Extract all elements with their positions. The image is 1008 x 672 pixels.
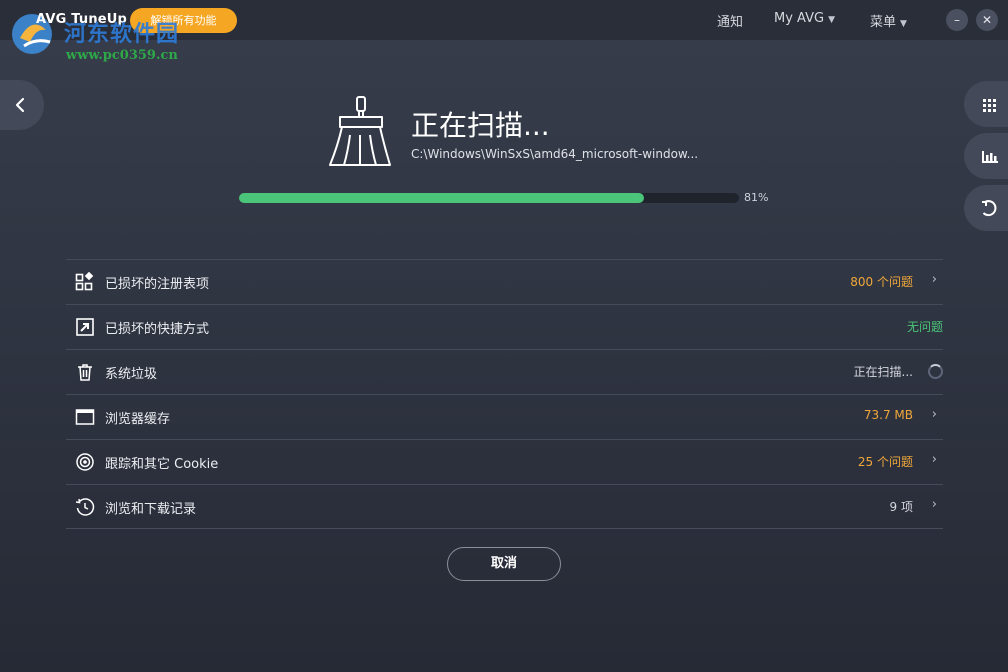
scan-title: 正在扫描... xyxy=(411,109,550,142)
result-label: 浏览器缓存 xyxy=(105,412,171,427)
result-label: 浏览和下载记录 xyxy=(105,502,197,517)
chevron-down-icon: ▼ xyxy=(900,19,907,29)
result-value: 正在扫描... xyxy=(853,365,913,379)
result-row-shortcuts: 已损坏的快捷方式 无问题 xyxy=(66,304,943,349)
result-row-junk: 系统垃圾 正在扫描... xyxy=(66,349,943,394)
loading-spinner-icon xyxy=(928,364,943,379)
result-value: 无问题 xyxy=(906,320,943,334)
watermark-url: www.pc0359.cn xyxy=(66,48,178,63)
result-label: 跟踪和其它 Cookie xyxy=(105,457,219,472)
back-button[interactable] xyxy=(0,80,44,130)
result-row-registry[interactable]: 已损坏的注册表项 800 个问题 › xyxy=(66,259,943,304)
result-label: 系统垃圾 xyxy=(105,367,158,382)
result-value: 800 个问题 xyxy=(850,275,913,289)
apps-grid-button[interactable] xyxy=(964,81,1008,127)
scan-results-list: 已损坏的注册表项 800 个问题 › 已损坏的快捷方式 无问题 系统垃圾 正在扫… xyxy=(66,259,943,529)
scan-progress-percent: 81% xyxy=(744,191,769,204)
close-button[interactable]: ✕ xyxy=(976,9,998,31)
result-value: 73.7 MB xyxy=(863,408,913,422)
broom-icon xyxy=(329,96,391,166)
chevron-right-icon: › xyxy=(931,272,937,287)
registry-grid-icon xyxy=(75,272,94,291)
watermark-title: 河东软件园 xyxy=(64,21,180,47)
result-row-history[interactable]: 浏览和下载记录 9 项 › xyxy=(66,484,943,529)
chevron-right-icon: › xyxy=(931,497,937,512)
chevron-down-icon: ▼ xyxy=(828,15,835,25)
result-label: 已损坏的注册表项 xyxy=(105,277,210,292)
clock-history-icon xyxy=(75,498,95,516)
rescue-center-button[interactable] xyxy=(964,185,1008,231)
undo-icon xyxy=(982,200,997,217)
scan-progress-bar xyxy=(239,193,739,203)
performance-stats-button[interactable] xyxy=(964,133,1008,179)
scan-progress-fill xyxy=(239,193,644,203)
chevron-left-icon xyxy=(15,97,25,113)
result-row-cookies[interactable]: 跟踪和其它 Cookie 25 个问题 › xyxy=(66,439,943,484)
bar-chart-icon xyxy=(982,151,998,163)
target-icon xyxy=(76,453,94,471)
menu-dropdown[interactable]: 菜单 ▼ xyxy=(870,11,907,30)
my-avg-dropdown[interactable]: My AVG ▼ xyxy=(774,11,835,26)
shortcut-arrow-icon xyxy=(76,318,94,336)
minimize-button[interactable]: – xyxy=(946,9,968,31)
result-value: 9 项 xyxy=(889,500,913,514)
chevron-right-icon: › xyxy=(931,452,937,467)
result-row-browser-cache[interactable]: 浏览器缓存 73.7 MB › xyxy=(66,394,943,439)
result-value: 25 个问题 xyxy=(857,455,913,469)
chevron-right-icon: › xyxy=(931,407,937,422)
notifications-link[interactable]: 通知 xyxy=(717,11,743,30)
trash-icon xyxy=(78,364,92,381)
browser-window-icon xyxy=(75,409,95,425)
cancel-button[interactable]: 取消 xyxy=(447,547,561,581)
result-label: 已损坏的快捷方式 xyxy=(105,322,210,337)
scan-current-path: C:\Windows\WinSxS\amd64_microsoft-window… xyxy=(411,147,699,161)
grid-dots-icon xyxy=(983,99,996,112)
